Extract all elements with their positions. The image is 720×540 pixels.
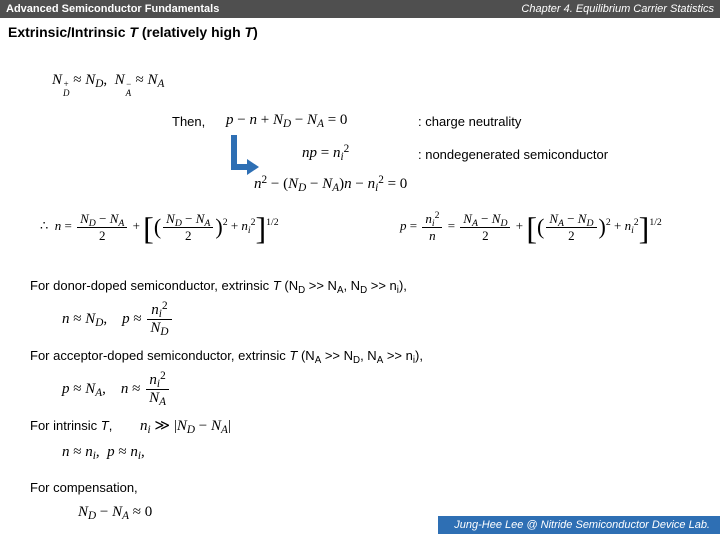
section-pre: Extrinsic/Intrinsic bbox=[8, 24, 129, 40]
eq-charge-neutrality: p − n + ND − NA = 0 bbox=[226, 112, 347, 129]
eq-n-solution: ∴ n = ND − NA2 + [(ND − NA2)2 + ni2]1/2 bbox=[40, 210, 279, 247]
header-right: Chapter 4. Equilibrium Carrier Statistic… bbox=[521, 0, 714, 18]
section-var2: T bbox=[245, 24, 254, 40]
eq-donor: n ≈ ND, p ≈ ni2ND bbox=[62, 302, 174, 337]
eq-quadratic: n2 − (ND − NA)n − ni2 = 0 bbox=[254, 176, 407, 193]
section-post: ) bbox=[253, 24, 258, 40]
txt-donor: For donor-doped semiconductor, extrinsic… bbox=[30, 278, 407, 293]
eq-ionization: N+D ≈ ND, N−A ≈ NA bbox=[52, 72, 164, 98]
section-var1: T bbox=[129, 24, 138, 40]
note-nondegenerate: : nondegenerated semiconductor bbox=[418, 147, 608, 162]
eq-p-solution: p = ni2n = NA − ND2 + [(NA − ND2)2 + ni2… bbox=[400, 210, 662, 247]
eq-compensation: ND − NA ≈ 0 bbox=[78, 504, 152, 521]
txt-compensation: For compensation, bbox=[30, 480, 138, 495]
section-mid: (relatively high bbox=[138, 24, 245, 40]
slide-footer: Jung-Hee Lee @ Nitride Semiconductor Dev… bbox=[438, 516, 720, 534]
eq-mass-action: np = ni2 bbox=[302, 145, 349, 162]
then-label: Then, bbox=[172, 114, 205, 129]
eq-intrinsic-cond: ni ≫ |ND − NA| bbox=[140, 416, 231, 435]
flow-arrow-icon bbox=[227, 135, 257, 180]
txt-intrinsic: For intrinsic T, bbox=[30, 418, 112, 433]
section-title: Extrinsic/Intrinsic T (relatively high T… bbox=[0, 18, 720, 42]
note-charge-neutrality: : charge neutrality bbox=[418, 114, 521, 129]
eq-intrinsic-result: n ≈ ni, p ≈ ni, bbox=[62, 444, 145, 461]
eq-acceptor: p ≈ NA, n ≈ ni2NA bbox=[62, 372, 171, 407]
txt-acceptor: For acceptor-doped semiconductor, extrin… bbox=[30, 348, 423, 363]
slide-header: Advanced Semiconductor Fundamentals Chap… bbox=[0, 0, 720, 18]
header-left: Advanced Semiconductor Fundamentals bbox=[6, 0, 219, 18]
